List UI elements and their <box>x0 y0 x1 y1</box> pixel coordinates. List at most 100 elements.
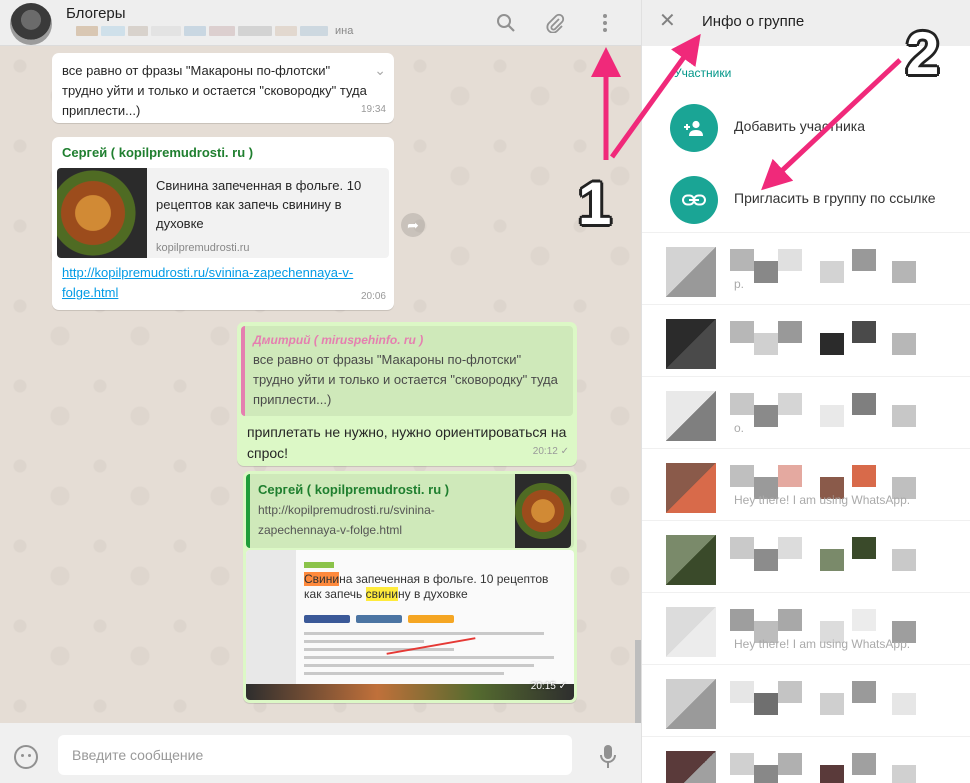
check-icon: ✓ <box>558 681 567 692</box>
message-outgoing-reply[interactable]: Дмитрий ( miruspehinfo. ru ) все равно о… <box>237 322 577 466</box>
participant-row[interactable]: Hey there! I am using WhatsApp. <box>642 448 970 520</box>
group-info-panel: ✕ Инфо о группе Участники Добавить участ… <box>641 0 970 783</box>
participant-name-pixel <box>852 249 876 271</box>
message-link[interactable]: http://kopilpremudrosti.ru/svinina-zapec… <box>62 263 392 303</box>
preview-thumbnail <box>57 168 147 258</box>
preview-title: Свинина запеченная в фольге. 10 рецептов… <box>156 178 362 231</box>
chat-members-list: ина <box>76 25 436 37</box>
chat-header[interactable]: Блогеры ина <box>0 0 641 46</box>
quoted-sender: Дмитрий ( miruspehinfo. ru ) <box>253 333 424 347</box>
add-participant-label: Добавить участника <box>734 118 866 134</box>
participant-name-pixel <box>852 537 876 559</box>
screenshot-image[interactable]: Свинина запеченная в фольге. 10 рецептов… <box>246 550 574 700</box>
participant-name-pixel <box>852 393 876 415</box>
participant-row[interactable] <box>642 520 970 592</box>
quoted-thumbnail <box>515 474 571 548</box>
participant-name-pixel <box>778 681 802 703</box>
highlight-word: свини <box>365 587 398 601</box>
annotation-number-1: 1 <box>578 170 612 237</box>
add-participant-button[interactable]: Добавить участника <box>642 96 970 162</box>
invite-link-button[interactable]: Пригласить в группу по ссылке <box>642 168 970 234</box>
participant-row[interactable]: р. <box>642 232 970 304</box>
link-icon <box>670 176 718 224</box>
microphone-icon[interactable] <box>600 744 616 770</box>
quoted-text: http://kopilpremudrosti.ru/svinina-zapec… <box>258 503 435 537</box>
emoji-icon[interactable] <box>14 745 38 769</box>
annotation-number-2: 2 <box>906 20 940 87</box>
chevron-down-icon[interactable]: ⌄ <box>374 60 386 80</box>
participant-name-pixel <box>730 249 754 271</box>
participant-name-pixel <box>778 753 802 775</box>
participant-name-pixel <box>778 609 802 631</box>
participant-row[interactable] <box>642 664 970 736</box>
chat-title[interactable]: Блогеры <box>66 5 126 22</box>
participant-name-pixel <box>730 537 754 559</box>
quoted-message[interactable]: Дмитрий ( miruspehinfo. ru ) все равно о… <box>241 326 573 416</box>
add-person-icon <box>670 104 718 152</box>
participant-name-pixel <box>820 549 844 571</box>
message-text: приплетать не нужно, нужно ориентировать… <box>247 424 567 461</box>
screenshot-sidebar <box>246 550 296 700</box>
participant-name-pixel <box>730 465 754 487</box>
message-time-value: 20:15 <box>530 681 556 692</box>
menu-icon[interactable] <box>594 12 616 34</box>
message-time: 20:06 <box>360 291 386 302</box>
group-avatar[interactable] <box>10 3 52 45</box>
participant-name-pixel <box>820 405 844 427</box>
invite-link-label: Пригласить в группу по ссылке <box>734 190 936 206</box>
participant-name-pixel <box>778 249 802 271</box>
participant-name-pixel <box>754 333 778 355</box>
message-incoming[interactable]: ⌄ все равно от фразы "Макароны по-флотск… <box>52 53 394 123</box>
close-icon[interactable]: ✕ <box>659 11 676 31</box>
participant-name-pixel <box>820 765 844 783</box>
link-preview[interactable]: Свинина запеченная в фольге. 10 рецептов… <box>57 168 389 258</box>
participant-avatar <box>666 535 716 585</box>
search-icon[interactable] <box>495 12 517 34</box>
participant-name-pixel <box>730 609 754 631</box>
participant-name-pixel <box>892 693 916 715</box>
highlight-word: Свини <box>304 572 340 586</box>
message-incoming-link[interactable]: Сергей ( kopilpremudrosti. ru ) Свинина … <box>52 137 394 310</box>
participant-row[interactable] <box>642 304 970 376</box>
participants-label: Участники <box>674 66 732 80</box>
participant-status: р. <box>734 277 745 291</box>
participant-name-pixel <box>852 681 876 703</box>
participant-name-pixel <box>852 753 876 775</box>
participant-row[interactable] <box>642 736 970 783</box>
info-title: Инфо о группе <box>702 13 805 30</box>
participant-name-pixel <box>754 693 778 715</box>
participant-name-pixel <box>754 261 778 283</box>
participant-name-pixel <box>754 405 778 427</box>
participant-name-pixel <box>892 549 916 571</box>
participant-name-pixel <box>820 693 844 715</box>
participant-avatar <box>666 607 716 657</box>
participant-row[interactable]: о. <box>642 376 970 448</box>
participant-row[interactable]: Hey there! I am using WhatsApp. <box>642 592 970 664</box>
screenshot-title: Свинина запеченная в фольге. 10 рецептов… <box>304 572 554 602</box>
message-time: 20:15 ✓ <box>531 677 567 697</box>
message-time: 19:34 <box>360 104 386 115</box>
participant-name-pixel <box>730 321 754 343</box>
message-time: 20:12 ✓ <box>533 442 569 462</box>
share-buttons <box>304 615 454 623</box>
participant-name-pixel <box>778 393 802 415</box>
participant-name-pixel <box>852 465 876 487</box>
attach-icon[interactable] <box>544 12 566 34</box>
participant-name-pixel <box>820 261 844 283</box>
quoted-message[interactable]: Сергей ( kopilpremudrosti. ru ) http://k… <box>246 474 574 548</box>
members-suffix: ина <box>335 25 354 37</box>
participant-name-pixel <box>820 333 844 355</box>
message-input[interactable] <box>58 735 572 775</box>
message-text: все равно от фразы "Макароны по-флотски"… <box>62 63 367 118</box>
participant-name-pixel <box>754 549 778 571</box>
participant-name-pixel <box>892 405 916 427</box>
title-part: ну в духовке <box>397 587 468 601</box>
participant-name-pixel <box>730 393 754 415</box>
participant-avatar <box>666 391 716 441</box>
quoted-text: все равно от фразы "Макароны по-флотски"… <box>253 352 558 407</box>
participant-avatar <box>666 319 716 369</box>
screenshot-food-strip <box>246 684 574 700</box>
forward-icon[interactable]: ➦ <box>401 213 425 237</box>
screenshot-tag <box>304 562 334 568</box>
message-outgoing-image[interactable]: Сергей ( kopilpremudrosti. ru ) http://k… <box>243 471 577 703</box>
